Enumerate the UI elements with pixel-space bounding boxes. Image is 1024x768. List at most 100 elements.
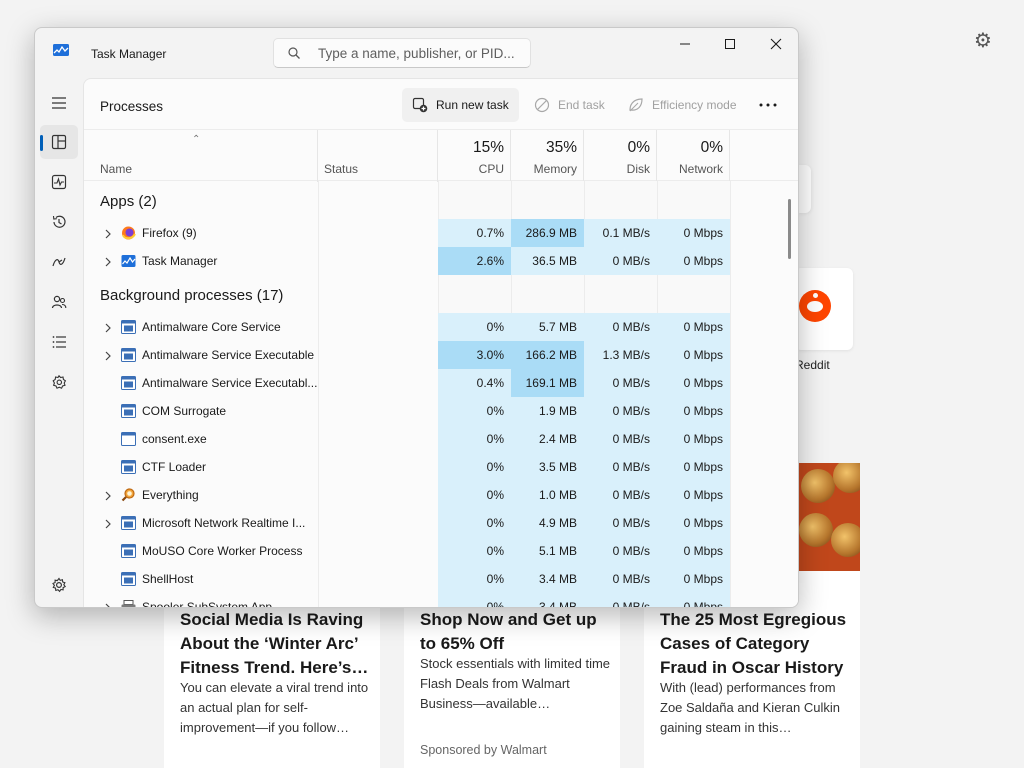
chevron-right-icon[interactable] bbox=[103, 256, 113, 267]
process-name: Everything bbox=[142, 488, 199, 502]
disk-value: 1.3 MB/s bbox=[584, 341, 657, 369]
disk-value: 0 MB/s bbox=[584, 397, 657, 425]
nav-item-processes[interactable] bbox=[40, 125, 78, 159]
service-icon bbox=[121, 572, 136, 586]
scrollbar-thumb[interactable] bbox=[788, 199, 791, 259]
end-task-icon bbox=[534, 97, 550, 113]
nav-item-startup-apps[interactable] bbox=[40, 245, 78, 279]
column-header-memory[interactable]: 35% Memory bbox=[511, 130, 584, 182]
disk-value: 0 MB/s bbox=[584, 565, 657, 593]
network-value: 0 Mbps bbox=[657, 509, 730, 537]
network-value: 0 Mbps bbox=[657, 565, 730, 593]
nav-item-performance[interactable] bbox=[40, 165, 78, 199]
close-icon bbox=[770, 38, 782, 50]
process-row[interactable]: Antimalware Core Service 0% 5.7 MB 0 MB/s 0 … bbox=[84, 313, 730, 341]
cpu-value: 0% bbox=[438, 481, 511, 509]
network-value: 0 Mbps bbox=[657, 341, 730, 369]
disk-value: 0 MB/s bbox=[584, 425, 657, 453]
run-new-task-button[interactable]: Run new task bbox=[402, 88, 519, 122]
nav-item-settings[interactable] bbox=[40, 568, 78, 602]
network-value: 0 Mbps bbox=[657, 397, 730, 425]
cpu-value: 0% bbox=[438, 453, 511, 481]
chevron-right-icon[interactable] bbox=[103, 518, 113, 529]
memory-value: 1.0 MB bbox=[511, 481, 584, 509]
nav-item-users[interactable] bbox=[40, 285, 78, 319]
background-card-edge bbox=[797, 165, 811, 213]
hamburger-icon bbox=[52, 97, 66, 109]
column-header-disk[interactable]: 0% Disk bbox=[584, 130, 657, 182]
disk-value: 0 MB/s bbox=[584, 593, 657, 607]
processes-page: Processes Run new task End task Efficien… bbox=[83, 78, 798, 607]
network-value: 0 Mbps bbox=[657, 425, 730, 453]
memory-value: 5.1 MB bbox=[511, 537, 584, 565]
background-settings-gear-icon[interactable]: ⚙ bbox=[972, 30, 994, 52]
process-row[interactable]: Everything 0% 1.0 MB 0 MB/s 0 Mbps bbox=[84, 481, 730, 509]
end-task-button[interactable]: End task bbox=[524, 88, 615, 122]
process-name: Antimalware Service Executabl... bbox=[142, 376, 318, 390]
memory-total-percent: 35% bbox=[545, 139, 577, 156]
chevron-right-icon[interactable] bbox=[103, 602, 113, 607]
network-value: 0 Mbps bbox=[657, 481, 730, 509]
minimize-button[interactable] bbox=[662, 28, 708, 60]
cpu-value: 0% bbox=[438, 565, 511, 593]
search-box[interactable] bbox=[273, 38, 531, 68]
process-row[interactable]: COM Surrogate 0% 1.9 MB 0 MB/s 0 Mbps bbox=[84, 397, 730, 425]
chevron-right-icon[interactable] bbox=[103, 350, 113, 361]
news-card-3-image[interactable] bbox=[797, 463, 860, 571]
cpu-value: 0% bbox=[438, 593, 511, 607]
news-card-title[interactable]: Shop Now and Get up to 65% Off bbox=[420, 608, 610, 656]
vertical-scrollbar[interactable] bbox=[786, 181, 794, 607]
column-memory-label: Memory bbox=[533, 162, 577, 176]
more-options-button[interactable] bbox=[754, 88, 790, 122]
close-button[interactable] bbox=[753, 28, 798, 60]
memory-value: 166.2 MB bbox=[511, 341, 584, 369]
efficiency-leaf-icon bbox=[629, 98, 643, 112]
process-row[interactable]: CTF Loader 0% 3.5 MB 0 MB/s 0 Mbps bbox=[84, 453, 730, 481]
performance-icon bbox=[51, 174, 67, 190]
services-icon bbox=[52, 374, 67, 389]
run-new-task-label: Run new task bbox=[436, 98, 509, 112]
process-row[interactable]: Antimalware Service Executabl... 0.4% 169.… bbox=[84, 369, 730, 397]
column-header-network[interactable]: 0% Network bbox=[657, 130, 730, 182]
column-header-cpu[interactable]: 15% CPU bbox=[438, 130, 511, 182]
nav-menu-button[interactable] bbox=[40, 86, 78, 120]
reddit-logo-icon bbox=[799, 290, 831, 322]
process-row[interactable]: Task Manager 2.6% 36.5 MB 0 MB/s 0 Mbps bbox=[84, 247, 730, 275]
process-row[interactable]: Firefox (9) 0.7% 286.9 MB 0.1 MB/s 0 Mbps bbox=[84, 219, 730, 247]
printer-icon bbox=[121, 600, 136, 607]
maximize-button[interactable] bbox=[707, 28, 753, 60]
column-divider bbox=[730, 181, 731, 607]
process-row[interactable]: Microsoft Network Realtime I... 0% 4.9 MB 0… bbox=[84, 509, 730, 537]
title-bar[interactable]: Task Manager bbox=[35, 28, 798, 78]
column-header-name[interactable]: ⌃ Name bbox=[84, 130, 318, 182]
cpu-value: 0% bbox=[438, 313, 511, 341]
news-card-title[interactable]: The 25 Most Egregious Cases of Category … bbox=[660, 608, 850, 680]
chevron-right-icon[interactable] bbox=[103, 228, 113, 239]
process-row[interactable]: ShellHost 0% 3.4 MB 0 MB/s 0 Mbps bbox=[84, 565, 730, 593]
network-value: 0 Mbps bbox=[657, 593, 730, 607]
background-reddit-tile[interactable] bbox=[795, 268, 853, 350]
process-row[interactable]: Spooler SubSystem App 0% 3.4 MB 0 MB/s 0 Mbp… bbox=[84, 593, 730, 607]
process-name: COM Surrogate bbox=[142, 404, 227, 418]
service-icon bbox=[121, 544, 136, 558]
users-icon bbox=[51, 295, 67, 309]
service-icon bbox=[121, 376, 136, 390]
efficiency-mode-button[interactable]: Efficiency mode bbox=[618, 88, 747, 122]
nav-item-app-history[interactable] bbox=[40, 205, 78, 239]
memory-value: 4.9 MB bbox=[511, 509, 584, 537]
news-card-title[interactable]: Social Media Is Raving About the ‘Winter… bbox=[180, 608, 370, 680]
process-row[interactable]: consent.exe 0% 2.4 MB 0 MB/s 0 Mbps bbox=[84, 425, 730, 453]
nav-item-services[interactable] bbox=[40, 365, 78, 399]
network-value: 0 Mbps bbox=[657, 247, 730, 275]
process-row[interactable]: Antimalware Service Executable 3.0% 166.2 … bbox=[84, 341, 730, 369]
search-input[interactable] bbox=[318, 44, 518, 62]
group-header-apps: Apps (2) bbox=[100, 193, 157, 210]
process-row[interactable]: MoUSO Core Worker Process 0% 5.1 MB 0 MB/s 0… bbox=[84, 537, 730, 565]
column-header-status[interactable]: Status bbox=[318, 130, 438, 182]
nav-item-details[interactable] bbox=[40, 325, 78, 359]
chevron-right-icon[interactable] bbox=[103, 490, 113, 501]
cpu-value: 0% bbox=[438, 397, 511, 425]
chevron-right-icon[interactable] bbox=[103, 322, 113, 333]
memory-value: 169.1 MB bbox=[511, 369, 584, 397]
column-name-label: Name bbox=[100, 162, 133, 176]
